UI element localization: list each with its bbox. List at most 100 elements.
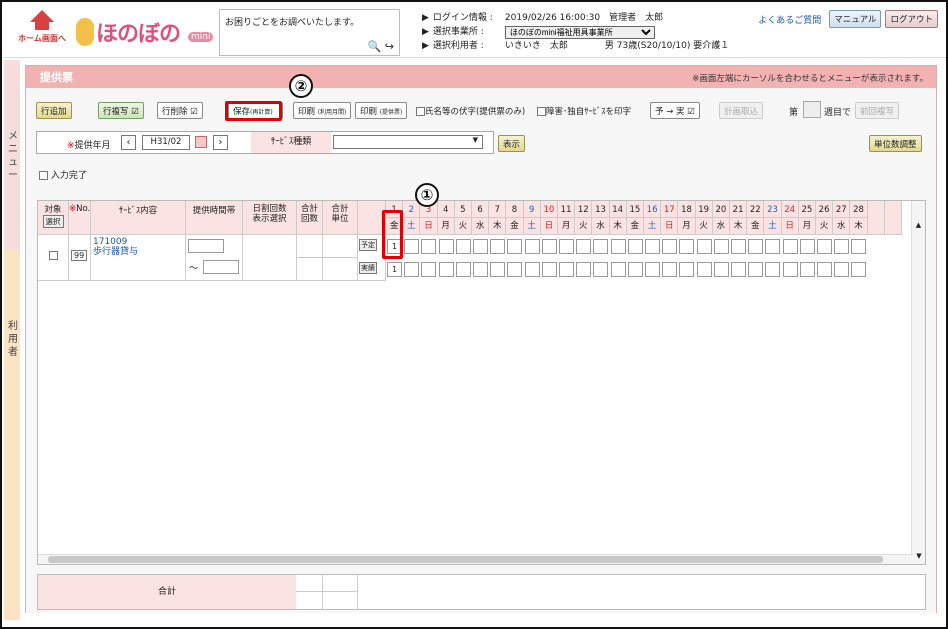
- plan-day-3[interactable]: [421, 239, 437, 254]
- menu-tab[interactable]: メニュー: [4, 60, 20, 250]
- plan-day-24[interactable]: [782, 239, 798, 254]
- actual-day-2[interactable]: [404, 262, 420, 277]
- plan-day-10[interactable]: [541, 239, 557, 254]
- actual-day-20[interactable]: [713, 262, 729, 277]
- plan-day-4[interactable]: [438, 239, 454, 254]
- prev-month-button[interactable]: ‹: [121, 135, 136, 150]
- plan-day-5[interactable]: [455, 239, 471, 254]
- plan-day-8[interactable]: [507, 239, 523, 254]
- week-input[interactable]: [803, 101, 821, 118]
- plan-day-7[interactable]: [490, 239, 506, 254]
- day-header-20: 20 水: [712, 201, 730, 235]
- plan-day-16[interactable]: [645, 239, 660, 254]
- plan-fetch-button[interactable]: 計画取込: [719, 102, 764, 119]
- actual-day-9[interactable]: [524, 262, 540, 277]
- logout-button[interactable]: ログアウト: [885, 10, 938, 28]
- actual-day-15[interactable]: [627, 262, 643, 277]
- service-header: ｻｰﾋﾞｽ内容: [91, 201, 186, 235]
- actual-day-28[interactable]: [851, 262, 867, 277]
- actual-day-25[interactable]: [799, 262, 815, 277]
- actual-day-5[interactable]: [455, 262, 471, 277]
- user-tab[interactable]: 利用者: [4, 250, 20, 620]
- grid-hscrollbar[interactable]: [38, 554, 913, 564]
- day-header-4: 4月: [437, 201, 455, 235]
- delete-row-button[interactable]: 行削除 ☑: [157, 102, 203, 119]
- service-code[interactable]: 171009: [93, 237, 183, 247]
- plan-day-12[interactable]: [576, 239, 592, 254]
- plan-day-11[interactable]: [559, 239, 574, 254]
- plan-day-28[interactable]: [851, 239, 867, 254]
- unit-adjust-button[interactable]: 単位数調整: [869, 135, 922, 152]
- plan-label[interactable]: 予定: [359, 239, 377, 251]
- plan-day-21[interactable]: [731, 239, 746, 254]
- plan-day-19[interactable]: [696, 239, 712, 254]
- actual-day-4[interactable]: [438, 262, 454, 277]
- actual-day-17[interactable]: [662, 262, 678, 277]
- actual-day-7[interactable]: [490, 262, 506, 277]
- plan-day-23[interactable]: [765, 239, 781, 254]
- plan-day-22[interactable]: [748, 239, 764, 254]
- print-monthly-button[interactable]: 印刷 (利用月間): [293, 102, 352, 119]
- plan-day-26[interactable]: [817, 239, 832, 254]
- actual-day-12[interactable]: [576, 262, 592, 277]
- input-done-checkbox[interactable]: [39, 171, 48, 180]
- copy-row-button[interactable]: 行複写 ☑: [98, 102, 144, 119]
- service-name[interactable]: 歩行器貸与: [93, 247, 183, 257]
- search-icon[interactable]: 🔍 ↪: [368, 40, 394, 53]
- plan-to-actual-button[interactable]: 予 → 実 ☑: [650, 102, 700, 119]
- faq-link[interactable]: よくあるご質問: [758, 13, 821, 26]
- select-all-button[interactable]: 選択: [42, 215, 64, 228]
- prev-copy-button[interactable]: 前回複写: [855, 102, 900, 119]
- service-type-select[interactable]: ▼: [333, 135, 483, 149]
- plan-day-15[interactable]: [627, 239, 643, 254]
- actual-day-6[interactable]: [473, 262, 488, 277]
- actual-day-26[interactable]: [817, 262, 832, 277]
- row-no[interactable]: 99: [71, 250, 88, 261]
- input-done-option[interactable]: 入力完了: [39, 168, 87, 181]
- office-select[interactable]: ほのぼのmini福祉用具事業所: [504, 25, 655, 39]
- help-search-box[interactable]: お困りごとをお調べいたします。 🔍 ↪: [219, 9, 400, 56]
- plan-day-13[interactable]: [593, 239, 609, 254]
- calendar-icon[interactable]: [195, 136, 207, 148]
- actual-day-19[interactable]: [696, 262, 712, 277]
- actual-label[interactable]: 実績: [359, 262, 377, 274]
- print-disability-option[interactable]: 障害･独自ｻｰﾋﾞｽを印字: [537, 105, 631, 117]
- home-button[interactable]: ホーム画面へ: [18, 10, 66, 50]
- actual-day-13[interactable]: [593, 262, 609, 277]
- actual-day-16[interactable]: [645, 262, 660, 277]
- actual-day-27[interactable]: [834, 262, 850, 277]
- plan-day-27[interactable]: [834, 239, 850, 254]
- mask-name-option[interactable]: 氏名等の伏字(提供票のみ): [416, 105, 525, 117]
- actual-day-11[interactable]: [559, 262, 574, 277]
- actual-day-18[interactable]: [679, 262, 695, 277]
- plan-day-9[interactable]: [524, 239, 540, 254]
- display-button[interactable]: 表示: [498, 135, 526, 152]
- plan-day-14[interactable]: [610, 239, 626, 254]
- plan-day-17[interactable]: [662, 239, 678, 254]
- next-month-button[interactable]: ›: [213, 135, 228, 150]
- manual-button[interactable]: マニュアル: [829, 10, 882, 28]
- actual-day-3[interactable]: [421, 262, 437, 277]
- actual-day-24[interactable]: [782, 262, 798, 277]
- mask-name-checkbox[interactable]: [416, 107, 425, 116]
- row-select-checkbox[interactable]: [48, 251, 58, 260]
- actual-day-14[interactable]: [610, 262, 626, 277]
- actual-day-22[interactable]: [748, 262, 764, 277]
- print-teikyohyo-button[interactable]: 印刷 (提供票): [355, 102, 408, 119]
- end-time-input[interactable]: [203, 260, 239, 274]
- actual-day-1[interactable]: 1: [387, 262, 402, 277]
- start-time-input[interactable]: [188, 239, 224, 253]
- actual-day-8[interactable]: [507, 262, 523, 277]
- year-month-input[interactable]: H31/02: [142, 135, 190, 150]
- grid-vscrollbar[interactable]: ▲ ▼: [911, 201, 925, 564]
- print-disability-checkbox[interactable]: [537, 107, 546, 116]
- plan-day-6[interactable]: [473, 239, 488, 254]
- actual-day-10[interactable]: [541, 262, 557, 277]
- plan-day-18[interactable]: [679, 239, 695, 254]
- actual-day-23[interactable]: [765, 262, 781, 277]
- plan-day-2[interactable]: [404, 239, 420, 254]
- plan-day-20[interactable]: [713, 239, 729, 254]
- add-row-button[interactable]: 行追加: [36, 102, 72, 119]
- plan-day-25[interactable]: [799, 239, 815, 254]
- actual-day-21[interactable]: [731, 262, 746, 277]
